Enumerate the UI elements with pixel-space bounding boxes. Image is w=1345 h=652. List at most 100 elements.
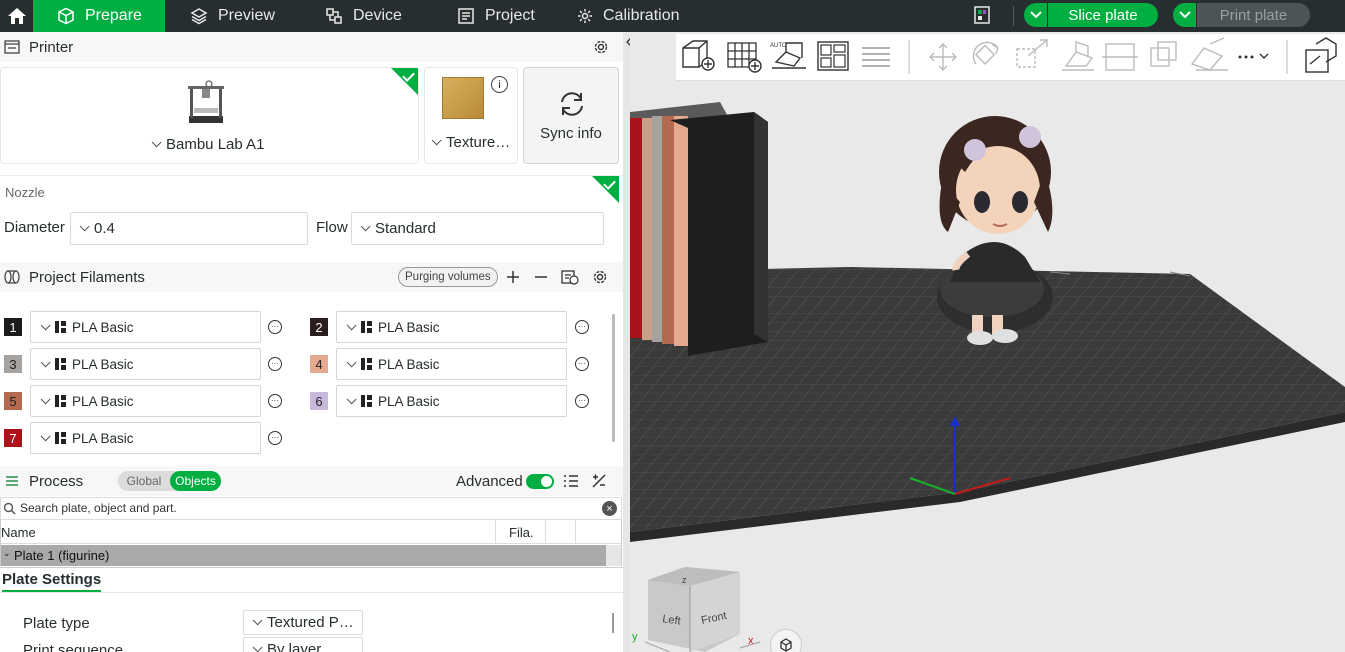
slice-plate-label: Slice plate: [1048, 3, 1158, 27]
chevron-down-icon[interactable]: [1024, 3, 1048, 27]
print-sequence-select[interactable]: By layer: [243, 637, 363, 652]
sync-info-button[interactable]: Sync info: [523, 67, 619, 164]
sync-filament-icon[interactable]: [561, 269, 579, 285]
filament-name: PLA Basic: [72, 430, 134, 446]
filament-swatch[interactable]: 2: [310, 318, 328, 336]
col-fila-header[interactable]: Fila.: [509, 525, 534, 540]
filament-select[interactable]: PLA Basic: [336, 311, 567, 343]
purge-tower[interactable]: [630, 118, 642, 338]
project-icon: [458, 8, 474, 24]
filament-select[interactable]: PLA Basic: [30, 385, 261, 417]
plate-select[interactable]: Texture…: [431, 134, 510, 151]
filament-name: PLA Basic: [378, 319, 440, 335]
compare-icon[interactable]: [591, 473, 607, 489]
filament-select[interactable]: PLA Basic: [336, 348, 567, 380]
flow-select[interactable]: Standard: [351, 212, 604, 245]
more-options-icon[interactable]: ···: [575, 320, 589, 334]
axis-y-label: y: [632, 631, 638, 643]
list-icon[interactable]: [563, 474, 579, 488]
purging-volumes-button[interactable]: Purging volumes: [398, 267, 498, 287]
plate-row[interactable]: ⌄ Plate 1 (figurine): [1, 545, 606, 566]
more-options-icon[interactable]: ···: [575, 357, 589, 371]
home-button[interactable]: [0, 0, 33, 32]
panel-splitter[interactable]: [623, 32, 640, 652]
tab-prepare[interactable]: Prepare: [33, 0, 165, 32]
figurine-model[interactable]: [937, 116, 1053, 345]
printer-section-header: Printer: [0, 32, 623, 62]
filament-list: 1 PLA Basic ··· 2 PLA Basic ··· 3 PLA Ba…: [0, 292, 623, 472]
tab-plate-settings[interactable]: Plate Settings: [2, 571, 102, 592]
more-options-icon[interactable]: ···: [268, 320, 282, 334]
toolbar-divider: [1013, 6, 1014, 26]
print-sequence-label: Print sequence: [23, 642, 124, 652]
more-options-icon[interactable]: ···: [268, 357, 282, 371]
nozzle-title: Nozzle: [5, 185, 45, 200]
chevron-down-icon: [431, 135, 442, 146]
chevron-down-icon[interactable]: [1173, 3, 1197, 27]
gear-icon[interactable]: [592, 269, 608, 285]
plate-type-select[interactable]: Textured P…: [243, 610, 363, 635]
filament-swatch[interactable]: 5: [4, 392, 22, 410]
view-cube-top: z: [682, 575, 687, 585]
build-plate: [630, 102, 1345, 542]
3d-viewport[interactable]: AUTO Left Front z y x: [630, 32, 1345, 652]
filament-scrollbar[interactable]: [612, 314, 615, 442]
info-icon[interactable]: i: [491, 76, 508, 93]
search-icon: [3, 502, 16, 515]
filament-swatch[interactable]: 1: [4, 318, 22, 336]
filament-select[interactable]: PLA Basic: [336, 385, 567, 417]
printer-card[interactable]: Bambu Lab A1: [0, 67, 419, 164]
chevron-down-icon: [346, 393, 357, 404]
slice-plate-button[interactable]: Slice plate: [1024, 3, 1158, 27]
print-plate-button[interactable]: Print plate: [1173, 3, 1310, 27]
filament-swatch[interactable]: 7: [4, 429, 22, 447]
more-options-icon[interactable]: ···: [575, 394, 589, 408]
print-sequence-value: By layer: [267, 641, 322, 652]
gear-icon[interactable]: [593, 39, 609, 55]
bambu-logo-icon: [361, 395, 372, 407]
plate-card[interactable]: i Texture…: [424, 67, 518, 164]
more-options-icon[interactable]: ···: [268, 394, 282, 408]
gear-icon: [578, 9, 592, 23]
tab-project[interactable]: Project: [457, 0, 535, 32]
layers-icon: [190, 8, 208, 25]
filament-select[interactable]: PLA Basic: [30, 311, 261, 343]
filament-select[interactable]: PLA Basic: [30, 422, 261, 454]
chevron-down-icon[interactable]: ⌄: [3, 548, 11, 559]
advanced-toggle[interactable]: [526, 474, 554, 489]
objects-toggle[interactable]: Objects: [170, 471, 221, 491]
filament-name: PLA Basic: [378, 393, 440, 409]
filament-select[interactable]: PLA Basic: [30, 348, 261, 380]
global-toggle[interactable]: Global: [118, 474, 170, 488]
multi-device-icon[interactable]: [974, 6, 990, 29]
more-options-icon[interactable]: ···: [268, 431, 282, 445]
settings-scrollbar[interactable]: [612, 613, 614, 633]
object-search-input[interactable]: Search plate, object and part. ×: [0, 497, 622, 520]
textured-plate-icon: [442, 77, 484, 119]
list-scrollbar[interactable]: [606, 545, 621, 566]
filament-swatch[interactable]: 6: [310, 392, 328, 410]
diameter-value: 0.4: [94, 220, 115, 237]
view-cube[interactable]: Left Front z y x: [630, 562, 790, 652]
tab-calibration[interactable]: Calibration: [577, 0, 679, 32]
flow-label: Flow: [316, 219, 348, 236]
add-filament-icon[interactable]: [506, 270, 520, 284]
chevron-down-icon: [40, 430, 51, 441]
tab-preview[interactable]: Preview: [190, 0, 275, 32]
filament-swatch[interactable]: 4: [310, 355, 328, 373]
tab-device[interactable]: Device: [325, 0, 402, 32]
tab-calibration-label: Calibration: [603, 7, 680, 24]
diameter-select[interactable]: 0.4: [70, 212, 308, 245]
clear-search-icon[interactable]: ×: [602, 501, 617, 516]
printer-select[interactable]: Bambu Lab A1: [151, 136, 264, 153]
filament-swatch[interactable]: 3: [4, 355, 22, 373]
col-name-header[interactable]: Name: [1, 525, 36, 540]
object-list: Name Fila. ⌄ Plate 1 (figurine): [0, 520, 622, 566]
global-objects-toggle[interactable]: Global Objects: [118, 471, 221, 491]
cube-icon: [58, 7, 74, 25]
tab-project-label: Project: [485, 7, 535, 24]
remove-filament-icon[interactable]: [534, 270, 548, 284]
chevron-down-icon: [40, 356, 51, 367]
view-cube-left: Left: [662, 613, 682, 627]
filament-name: PLA Basic: [72, 393, 134, 409]
